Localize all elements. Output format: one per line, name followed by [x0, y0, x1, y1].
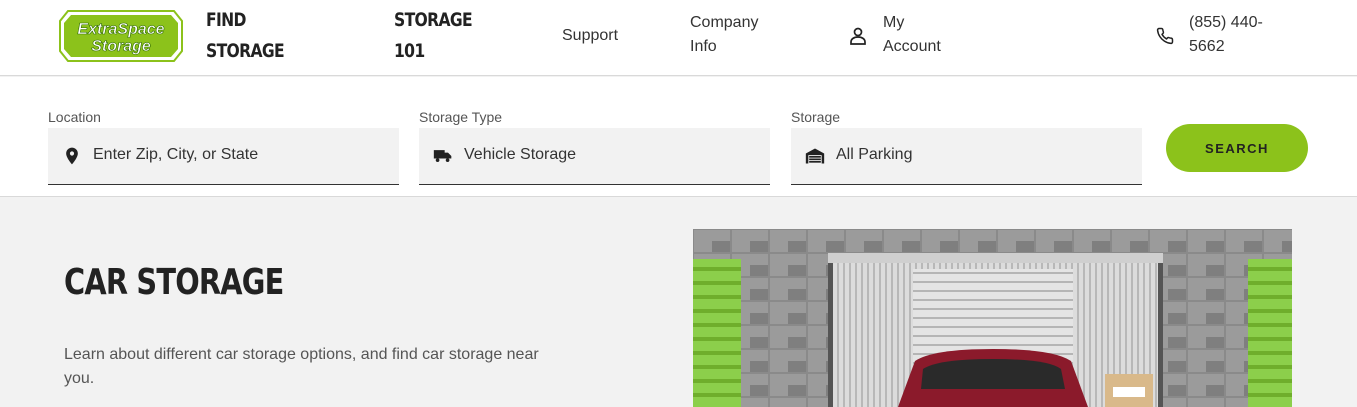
nav-company-info-line2: Info — [690, 38, 717, 55]
location-label: Location — [48, 109, 101, 125]
storage-type-select[interactable]: Vehicle Storage — [419, 128, 770, 185]
nav-my-account[interactable]: My Account — [883, 11, 941, 59]
storage-unit-photo — [693, 229, 1292, 407]
storage-type-label: Storage Type — [419, 109, 503, 125]
user-icon — [849, 27, 867, 50]
nav-storage-101-line2: 101 — [394, 40, 425, 62]
extra-space-storage-logo[interactable]: ExtraSpace Storage — [58, 9, 184, 63]
nav-phone-line1: (855) 440- — [1189, 14, 1263, 31]
nav-support[interactable]: Support — [562, 24, 618, 48]
nav-find-storage-line1: FIND — [206, 9, 246, 31]
nav-find-storage[interactable]: FIND STORAGE — [206, 5, 285, 67]
nav-my-account-line1: My — [883, 14, 905, 31]
truck-icon — [433, 146, 453, 166]
nav-company-info-line1: Company — [690, 14, 759, 31]
nav-company-info[interactable]: Company Info — [690, 11, 758, 59]
search-button[interactable]: SEARCH — [1166, 124, 1308, 172]
garage-icon — [805, 146, 825, 166]
logo-text-line2: Storage — [91, 38, 151, 55]
nav-phone-line2: 5662 — [1189, 38, 1225, 55]
hero-description: Learn about different car storage option… — [64, 346, 539, 387]
nav-storage-101[interactable]: STORAGE 101 — [394, 5, 473, 67]
nav-my-account-line2: Account — [883, 38, 941, 55]
storage-value: All Parking — [836, 146, 913, 163]
search-panel: Location Enter Zip, City, or State Stora… — [0, 77, 1357, 197]
location-input-value: Enter Zip, City, or State — [93, 146, 259, 163]
nav-find-storage-line2: STORAGE — [206, 40, 285, 62]
map-pin-icon — [62, 146, 82, 166]
nav-storage-101-line1: STORAGE — [394, 9, 473, 31]
storage-label: Storage — [791, 109, 841, 125]
storage-select[interactable]: All Parking — [791, 128, 1142, 185]
page-title: CAR STORAGE — [64, 262, 284, 303]
phone-icon — [1156, 27, 1174, 50]
location-input[interactable]: Enter Zip, City, or State — [48, 128, 399, 185]
storage-type-value: Vehicle Storage — [464, 146, 577, 163]
site-header: ExtraSpace Storage FIND STORAGE STORAGE … — [0, 0, 1357, 76]
nav-phone[interactable]: (855) 440- 5662 — [1189, 11, 1263, 59]
logo-text-line1: ExtraSpace — [77, 21, 164, 38]
